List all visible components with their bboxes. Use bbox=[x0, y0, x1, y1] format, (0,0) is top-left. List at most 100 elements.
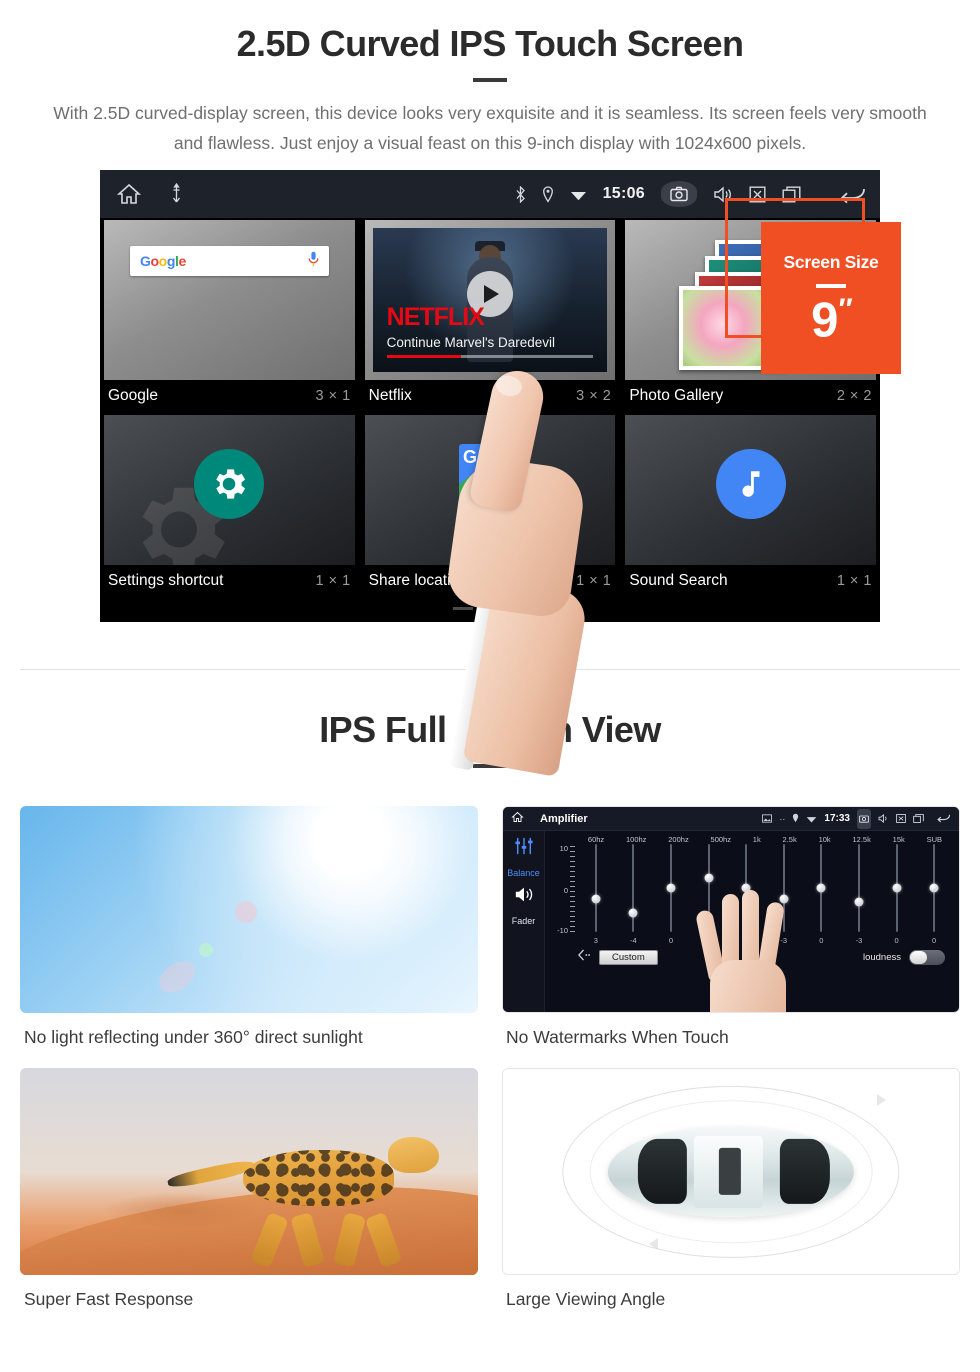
page-title: 2.5D Curved IPS Touch Screen bbox=[236, 23, 744, 64]
camera-icon[interactable] bbox=[857, 808, 871, 829]
eq-slider[interactable] bbox=[652, 844, 690, 936]
widget-size: 3 × 2 bbox=[576, 388, 612, 405]
camera-icon[interactable] bbox=[661, 181, 697, 208]
eq-values: 3 -4 0 0 0 -3 0 -3 0 0 bbox=[551, 936, 953, 945]
eq-slider[interactable] bbox=[690, 844, 728, 936]
eq-value: 0 bbox=[894, 936, 899, 946]
netflix-subtitle: Continue Marvel's Daredevil bbox=[386, 335, 556, 351]
amp-sidebar-label-fader[interactable]: Fader bbox=[512, 916, 536, 926]
eq-band-label: 12.5k bbox=[852, 835, 871, 845]
feature-caption: No Watermarks When Touch bbox=[506, 1027, 729, 1048]
badge-unit: ″ bbox=[838, 292, 852, 326]
amp-title: Amplifier bbox=[540, 812, 588, 825]
widget-settings-shortcut[interactable]: Settings shortcut 1 × 1 bbox=[100, 415, 359, 598]
widget-netflix[interactable]: NETFLIX Continue Marvel's Daredevil Netf… bbox=[361, 220, 620, 413]
eq-slider[interactable] bbox=[803, 844, 841, 936]
eq-slider[interactable] bbox=[915, 844, 953, 936]
widget-google[interactable]: Google Google 3 × 1 bbox=[100, 220, 359, 413]
widget-size: 1 × 1 bbox=[576, 573, 612, 590]
status-bar-clock: 15:06 bbox=[602, 185, 645, 203]
page-dot[interactable] bbox=[453, 607, 473, 611]
feature-grid: No light reflecting under 360° direct su… bbox=[20, 806, 960, 1330]
feature-caption: Super Fast Response bbox=[24, 1289, 194, 1310]
widget-sound-search[interactable]: Sound Search 1 × 1 bbox=[621, 415, 880, 598]
eq-slider[interactable] bbox=[878, 844, 916, 936]
eq-band-label: 15k bbox=[892, 835, 905, 845]
eq-value: 0 bbox=[668, 936, 674, 946]
back-arrow-icon[interactable] bbox=[936, 810, 951, 828]
wifi-icon bbox=[570, 188, 587, 201]
eq-band-label: 500hz bbox=[710, 835, 731, 845]
widget-label: Sound Search bbox=[629, 572, 728, 590]
badge-value: 9 bbox=[811, 292, 839, 347]
gear-icon[interactable] bbox=[194, 449, 265, 520]
widget-label: Netflix bbox=[368, 387, 412, 405]
page-indicator[interactable] bbox=[100, 598, 880, 611]
eq-slider[interactable] bbox=[577, 844, 615, 936]
wifi-icon bbox=[806, 810, 817, 828]
music-note-icon[interactable] bbox=[715, 449, 786, 520]
eq-slider[interactable] bbox=[765, 844, 803, 936]
equalizer: 60hz 100hz 200hz 500hz 1k 2.5k 10k 12.5k… bbox=[545, 831, 959, 1013]
eq-y-axis: 10 0 -10 bbox=[551, 844, 577, 936]
widget-size: 1 × 1 bbox=[836, 573, 872, 590]
location-pin-icon bbox=[792, 810, 799, 828]
volume-icon[interactable] bbox=[878, 810, 889, 828]
widget-share-location[interactable]: G Share location 1 × 1 bbox=[361, 415, 620, 598]
search-input[interactable]: Google bbox=[130, 246, 329, 277]
amp-clock: 17:33 bbox=[824, 813, 850, 825]
back-chevron-icon[interactable] bbox=[577, 948, 591, 966]
eq-y-label: 0 bbox=[563, 886, 568, 896]
more-icon[interactable]: ·· bbox=[779, 814, 785, 824]
amp-status-bar: Amplifier ·· 17:33 bbox=[503, 807, 959, 832]
microphone-icon[interactable] bbox=[308, 251, 319, 272]
widget-label: Share location bbox=[368, 572, 468, 590]
eq-preset-button[interactable]: Custom bbox=[599, 949, 658, 965]
eq-value: -3 bbox=[855, 936, 863, 946]
close-box-icon[interactable] bbox=[896, 810, 906, 828]
eq-y-label: 10 bbox=[559, 844, 568, 854]
home-icon[interactable] bbox=[116, 182, 142, 206]
sliders-icon[interactable] bbox=[514, 837, 534, 860]
device-screenshot: 15:06 Google Google 3 × 1 NETFLIX Contin… bbox=[100, 170, 901, 778]
feature-sunlight: No light reflecting under 360° direct su… bbox=[20, 806, 478, 1068]
recents-icon[interactable] bbox=[913, 810, 924, 828]
eq-slider[interactable] bbox=[615, 844, 653, 936]
speaker-icon[interactable] bbox=[514, 886, 534, 908]
feature-viewing-angle: Large Viewing Angle bbox=[502, 1068, 960, 1330]
eq-band-label: 10k bbox=[818, 835, 831, 845]
feature-fast-response: Super Fast Response bbox=[20, 1068, 478, 1330]
rotation-arrow-icon bbox=[877, 1093, 887, 1106]
eq-band-label: 100hz bbox=[626, 835, 647, 845]
widget-size: 2 × 2 bbox=[836, 388, 872, 405]
eq-y-label: -10 bbox=[557, 926, 568, 936]
eq-value: -4 bbox=[630, 936, 637, 946]
feature-caption: Large Viewing Angle bbox=[506, 1289, 666, 1310]
eq-band-label: 1k bbox=[752, 835, 761, 845]
home-icon[interactable] bbox=[511, 810, 524, 828]
screen-size-badge: Screen Size 9″ bbox=[725, 198, 901, 376]
gallery-icon[interactable] bbox=[762, 810, 773, 828]
eq-value: 3 bbox=[593, 936, 598, 946]
feature-caption: No light reflecting under 360° direct su… bbox=[24, 1027, 363, 1048]
eq-slider[interactable] bbox=[727, 844, 765, 936]
eq-band-label: 2.5k bbox=[782, 835, 797, 845]
usb-icon[interactable] bbox=[170, 183, 183, 205]
eq-slider[interactable] bbox=[840, 844, 878, 936]
eq-band-label: 60hz bbox=[587, 835, 605, 845]
cheetah-photo bbox=[20, 1068, 478, 1276]
eq-value: 0 bbox=[819, 936, 824, 946]
widget-size: 3 × 1 bbox=[315, 388, 351, 405]
location-pin-icon bbox=[542, 186, 554, 203]
widget-label: Photo Gallery bbox=[629, 387, 724, 405]
maps-location-icon[interactable]: G bbox=[458, 444, 521, 507]
eq-band-label: SUB bbox=[926, 835, 943, 845]
page-dot[interactable] bbox=[480, 607, 500, 611]
netflix-logo: NETFLIX bbox=[386, 303, 485, 332]
loudness-toggle[interactable] bbox=[909, 949, 945, 965]
amp-sidebar-label-balance[interactable]: Balance bbox=[507, 868, 540, 878]
section2-title: IPS Full Screen View bbox=[319, 709, 661, 751]
eq-value: 0 bbox=[932, 936, 937, 946]
eq-value: 0 bbox=[744, 936, 749, 946]
page-dot-active[interactable] bbox=[507, 607, 527, 611]
